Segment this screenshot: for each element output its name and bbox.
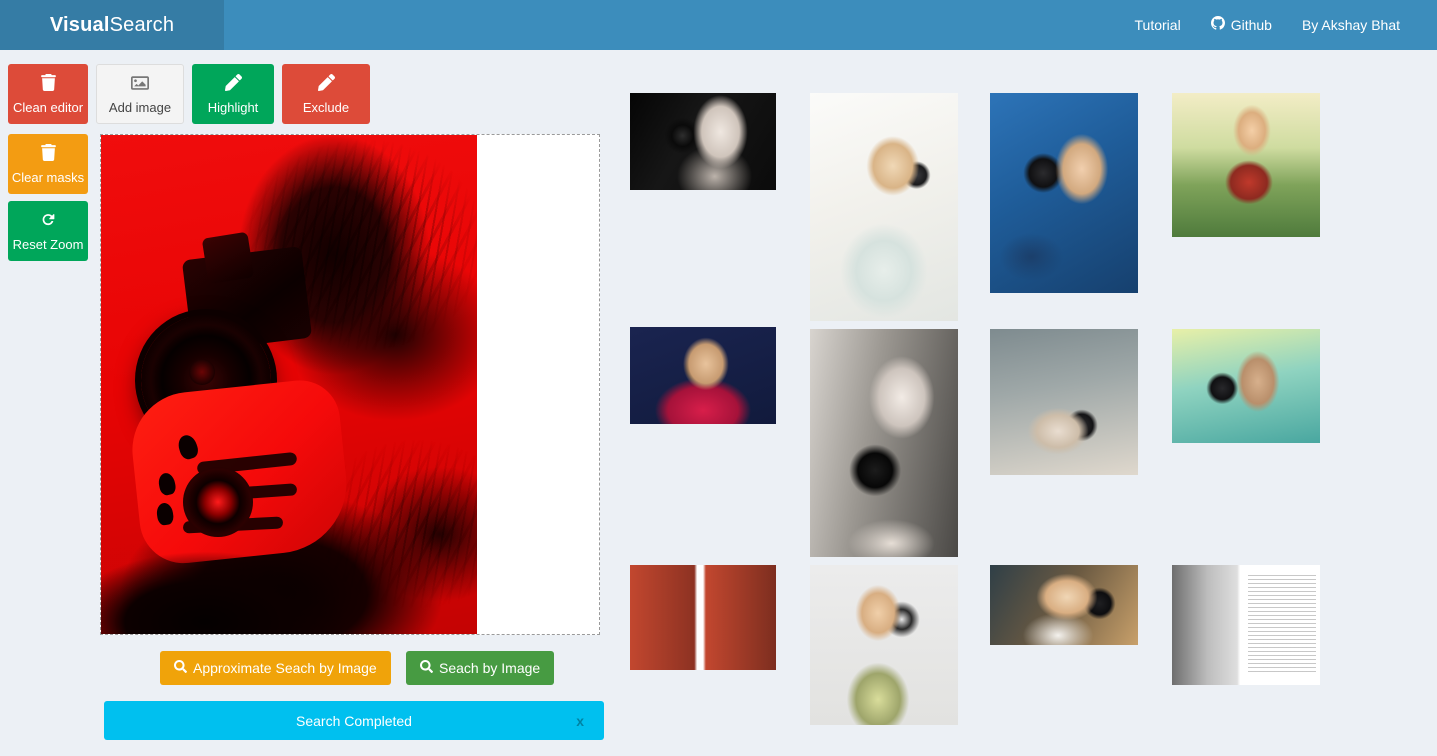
clean-editor-label: Clean editor <box>12 99 84 115</box>
result-window-light[interactable] <box>990 565 1138 645</box>
result-blonde-white-sweater[interactable] <box>810 93 958 321</box>
highlight-label: Highlight <box>207 99 259 115</box>
clear-masks-button[interactable]: Clear masks <box>8 134 88 194</box>
shadow-region <box>101 514 361 634</box>
clean-editor-button[interactable]: Clean editor <box>8 64 88 124</box>
result-car-diptych[interactable] <box>630 565 776 670</box>
refresh-icon <box>39 211 57 231</box>
approximate-search-button[interactable]: Approximate Seach by Image <box>160 651 391 685</box>
github-icon <box>1210 0 1225 50</box>
result-bw-smiling-woman[interactable] <box>630 93 776 190</box>
app-logo[interactable]: VisualSearch <box>0 0 224 50</box>
gun-sight-shape <box>201 231 255 285</box>
result-red-dress-blue-drape[interactable] <box>630 327 776 424</box>
result-teal-swimsuit-beach[interactable] <box>1172 329 1320 443</box>
nav-tutorial[interactable]: Tutorial <box>1120 0 1196 50</box>
search-icon <box>174 660 187 676</box>
add-image-label: Add image <box>108 100 172 116</box>
search-icon <box>420 660 433 676</box>
reset-zoom-label: Reset Zoom <box>12 237 84 253</box>
status-alert-message: Search Completed <box>296 712 412 729</box>
status-alert: Search Completed x <box>104 701 604 740</box>
search-by-image-button[interactable]: Seach by Image <box>406 651 555 685</box>
approximate-search-label: Approximate Seach by Image <box>193 660 377 676</box>
logo-bold: Visual <box>49 13 110 36</box>
result-studio-striped-dress[interactable] <box>810 565 958 725</box>
trash-icon <box>40 74 57 93</box>
trash-icon <box>40 144 57 163</box>
pencil-icon <box>224 74 242 93</box>
result-bw-magazine-spread[interactable] <box>1172 565 1320 685</box>
nav-github[interactable]: Github <box>1196 0 1287 50</box>
result-blue-beach-poster[interactable] <box>990 93 1138 293</box>
nav-tutorial-label: Tutorial <box>1134 17 1181 33</box>
nav-github-label: Github <box>1230 17 1272 33</box>
nav-author-label: By Akshay Bhat <box>1301 17 1400 33</box>
pencil-icon <box>317 74 335 93</box>
exclude-label: Exclude <box>302 99 350 115</box>
image-icon <box>131 74 149 94</box>
result-woman-on-bed[interactable] <box>990 329 1138 475</box>
result-palm-trees-swimsuit[interactable] <box>1172 93 1320 237</box>
search-by-image-label: Seach by Image <box>439 660 541 676</box>
logo-light: Search <box>109 13 175 36</box>
add-image-button[interactable]: Add image <box>96 64 184 124</box>
nav-author[interactable]: By Akshay Bhat <box>1287 0 1415 50</box>
alert-close-button[interactable]: x <box>570 712 590 730</box>
reset-zoom-button[interactable]: Reset Zoom <box>8 201 88 261</box>
editor-masked-image[interactable] <box>101 135 477 634</box>
search-results-grid <box>620 85 1340 755</box>
clear-masks-label: Clear masks <box>11 169 85 185</box>
app-header: VisualSearch Tutorial Github By Akshay B… <box>0 0 1437 50</box>
logo-text: VisualSearch <box>50 14 174 37</box>
result-bw-dark-brows[interactable] <box>810 329 958 557</box>
image-editor-canvas[interactable] <box>100 134 600 635</box>
header-nav: Tutorial Github By Akshay Bhat <box>1120 0 1437 50</box>
exclude-button[interactable]: Exclude <box>282 64 370 124</box>
highlight-button[interactable]: Highlight <box>192 64 274 124</box>
